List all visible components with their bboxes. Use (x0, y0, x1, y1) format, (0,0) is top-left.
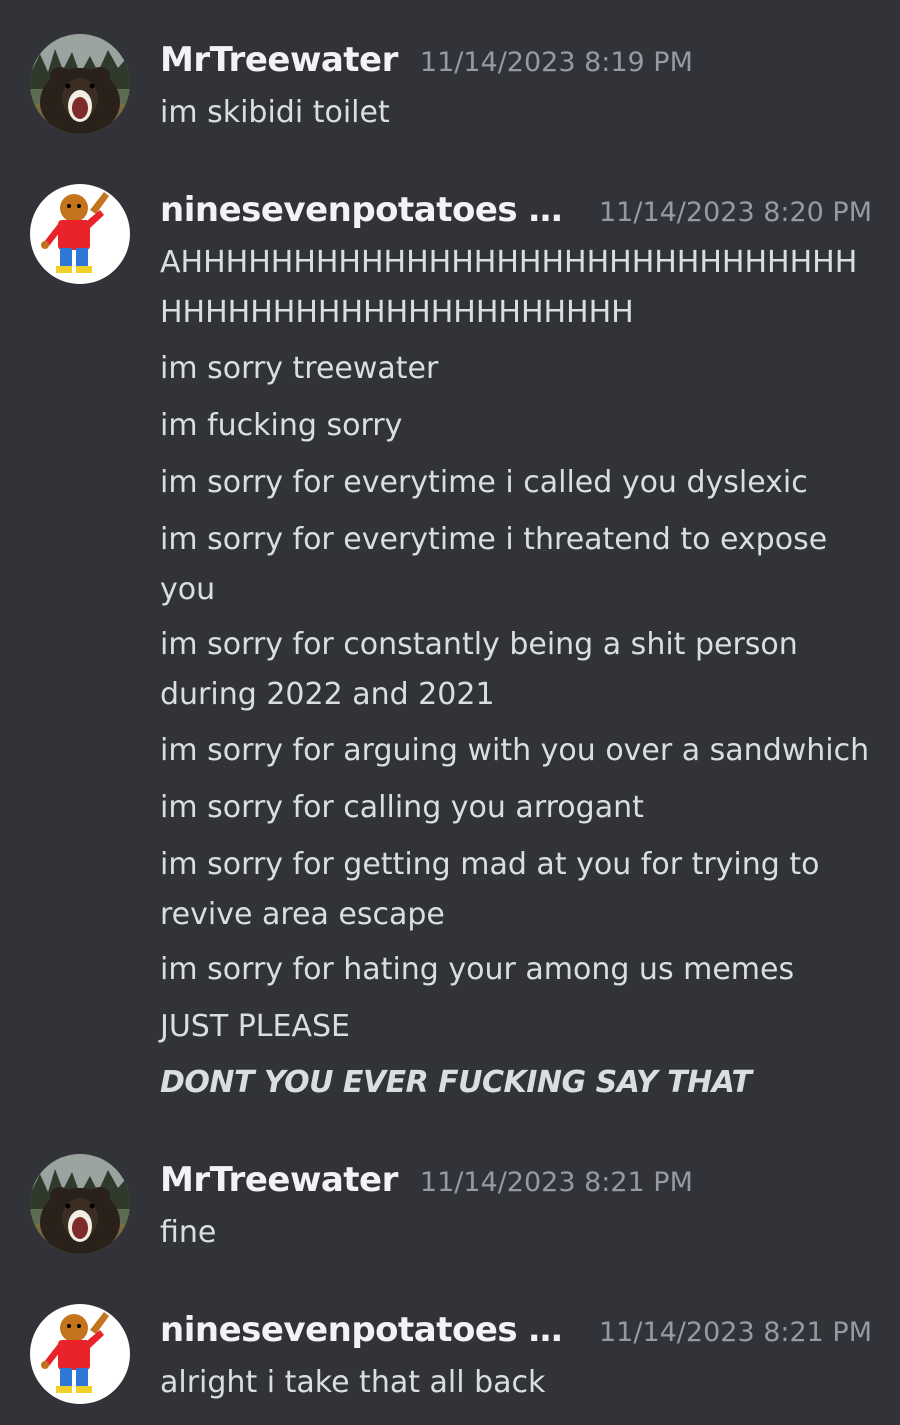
message-text: alright i take that all back (160, 1365, 546, 1400)
message-group-4: ninesevenpotatoes (not... 11/14/2023 8:2… (0, 0, 900, 1425)
message-header: ninesevenpotatoes (not... 11/14/2023 8:2… (160, 1310, 872, 1362)
timestamp: 11/14/2023 8:21 PM (599, 1317, 872, 1348)
username[interactable]: ninesevenpotatoes (not... (160, 1310, 577, 1350)
cartoon-character-avatar[interactable] (30, 1304, 130, 1404)
